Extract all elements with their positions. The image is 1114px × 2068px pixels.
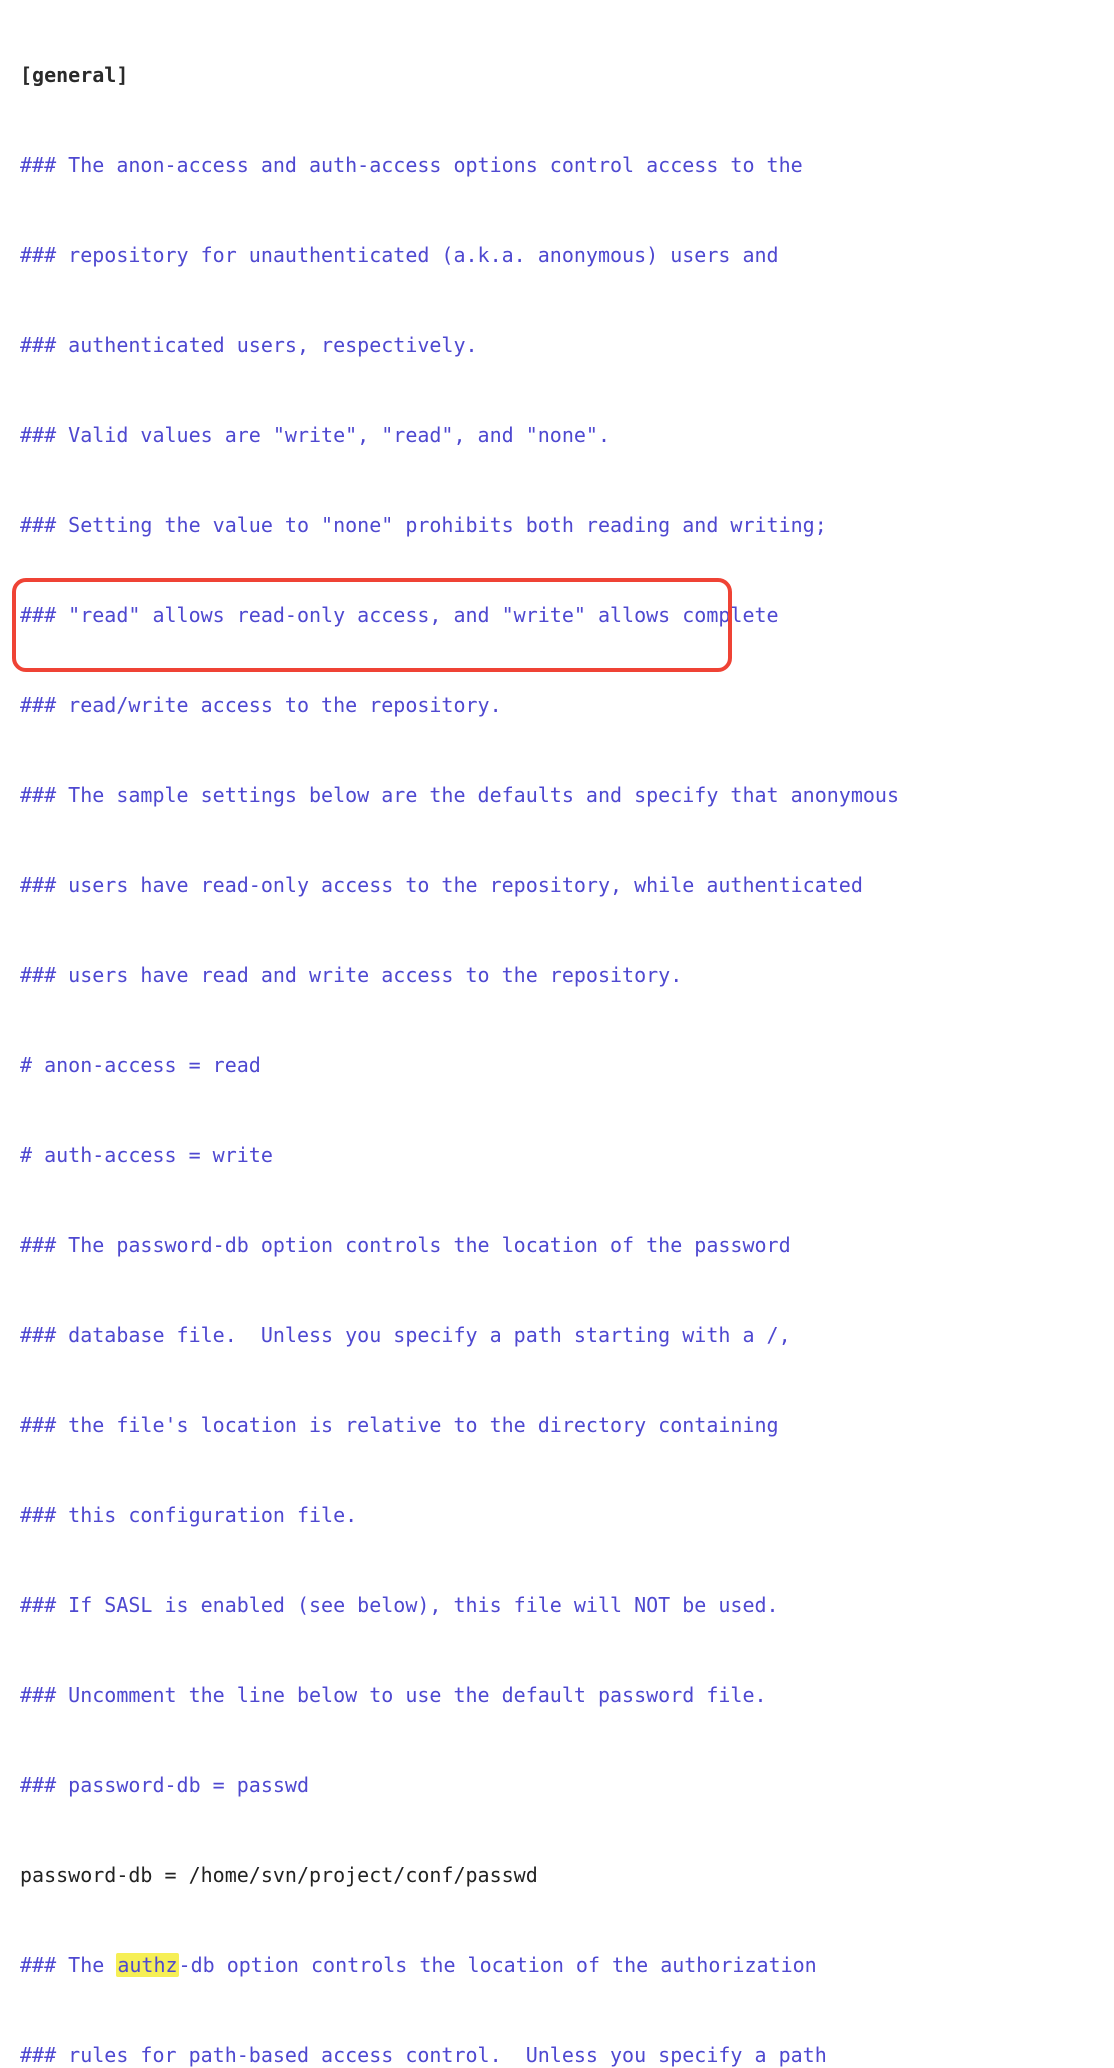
comment-line: ### The password-db option controls the … bbox=[20, 1233, 791, 1257]
comment-line: ### users have read-only access to the r… bbox=[20, 873, 863, 897]
comment-line: # anon-access = read bbox=[20, 1053, 261, 1077]
comment-line: ### rules for path-based access control.… bbox=[20, 2043, 827, 2067]
comment-line: ### If SASL is enabled (see below), this… bbox=[20, 1593, 779, 1617]
comment-line: ### password-db = passwd bbox=[20, 1773, 309, 1797]
comment-line: ### users have read and write access to … bbox=[20, 963, 682, 987]
comment-line: ### The anon-access and auth-access opti… bbox=[20, 153, 803, 177]
comment-line: ### Uncomment the line below to use the … bbox=[20, 1683, 767, 1707]
comment-line: # auth-access = write bbox=[20, 1143, 273, 1167]
comment-line: ### read/write access to the repository. bbox=[20, 693, 502, 717]
active-config-line: password-db = /home/svn/project/conf/pas… bbox=[20, 1863, 538, 1887]
section-header: [general] bbox=[20, 63, 128, 87]
config-code-block: [general] ### The anon-access and auth-a… bbox=[0, 0, 1114, 2068]
comment-line: ### repository for unauthenticated (a.k.… bbox=[20, 243, 779, 267]
comment-line-part: ### The bbox=[20, 1953, 116, 1977]
comment-line: ### the file's location is relative to t… bbox=[20, 1413, 779, 1437]
highlight-authz: authz bbox=[116, 1953, 178, 1977]
comment-line: ### authenticated users, respectively. bbox=[20, 333, 478, 357]
comment-line-part: -db option controls the location of the … bbox=[179, 1953, 817, 1977]
comment-line: ### this configuration file. bbox=[20, 1503, 357, 1527]
comment-line: ### database file. Unless you specify a … bbox=[20, 1323, 791, 1347]
comment-line: ### Setting the value to "none" prohibit… bbox=[20, 513, 827, 537]
comment-line: ### Valid values are "write", "read", an… bbox=[20, 423, 610, 447]
comment-line: ### "read" allows read-only access, and … bbox=[20, 603, 779, 627]
comment-line: ### The sample settings below are the de… bbox=[20, 783, 899, 807]
